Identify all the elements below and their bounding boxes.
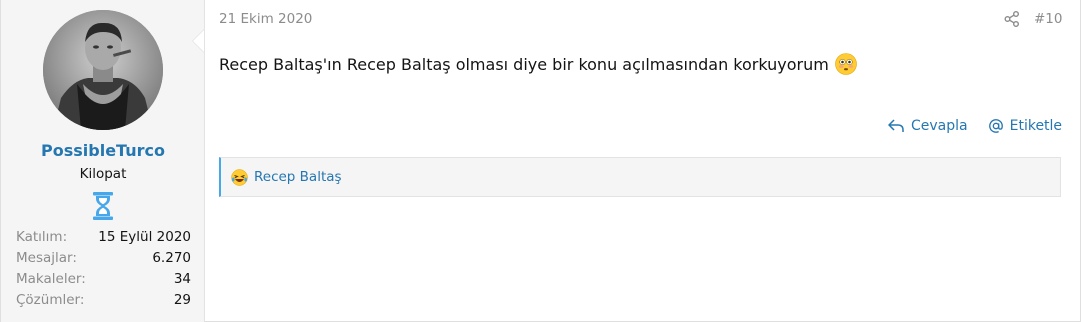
reactions-users-link[interactable]: Recep Baltaş: [254, 169, 342, 185]
post-actions: Cevapla Etiketle: [887, 118, 1062, 134]
reply-label: Cevapla: [911, 118, 968, 134]
stat-value: 15 Eylül 2020: [98, 229, 191, 245]
user-title: Kilopat: [79, 166, 127, 182]
post-text: Recep Baltaş'ın Recep Baltaş olması diye…: [219, 55, 829, 74]
reply-icon: [888, 119, 904, 132]
stat-messages: Mesajlar: 6.270: [16, 249, 191, 270]
post-date-link[interactable]: 21 Ekim 2020: [219, 11, 312, 27]
flushed-emoji-icon: [835, 53, 857, 75]
post-number-link[interactable]: #10: [1034, 11, 1063, 27]
stat-value: 34: [173, 271, 191, 287]
laughing-emoji-icon: [231, 168, 248, 186]
user-arrow-fill: [193, 30, 204, 52]
hourglass-icon: [91, 191, 115, 221]
stat-joined: Katılım: 15 Eylül 2020: [16, 228, 191, 249]
avatar[interactable]: [43, 10, 163, 130]
message-main: 21 Ekim 2020 #10 Recep Baltaş'ın Recep B…: [205, 0, 1081, 322]
message-post: PossibleTurco Kilopat Katılım: 15 Eylül …: [0, 0, 1081, 322]
tag-button[interactable]: Etiketle: [988, 118, 1062, 134]
stat-value: 6.270: [152, 250, 191, 266]
reactions-bar[interactable]: Recep Baltaş: [219, 157, 1061, 197]
stat-label: Katılım:: [16, 229, 68, 245]
reply-button[interactable]: Cevapla: [887, 118, 968, 134]
stat-label: Çözümler:: [16, 292, 85, 308]
user-stats: Katılım: 15 Eylül 2020 Mesajlar: 6.270 M…: [16, 228, 191, 312]
stat-articles: Makaleler: 34: [16, 270, 191, 291]
at-icon: [988, 119, 1003, 133]
stat-label: Makaleler:: [16, 271, 86, 287]
username-link[interactable]: PossibleTurco: [1, 141, 205, 160]
share-icon[interactable]: [1003, 10, 1021, 28]
stat-solutions: Çözümler: 29: [16, 291, 191, 312]
tag-label: Etiketle: [1009, 118, 1063, 134]
post-body: Recep Baltaş'ın Recep Baltaş olması diye…: [219, 53, 857, 75]
user-cell: PossibleTurco Kilopat Katılım: 15 Eylül …: [1, 0, 205, 322]
stat-label: Mesajlar:: [16, 250, 77, 266]
stat-value: 29: [173, 292, 191, 308]
avatar-photo: [43, 10, 163, 130]
